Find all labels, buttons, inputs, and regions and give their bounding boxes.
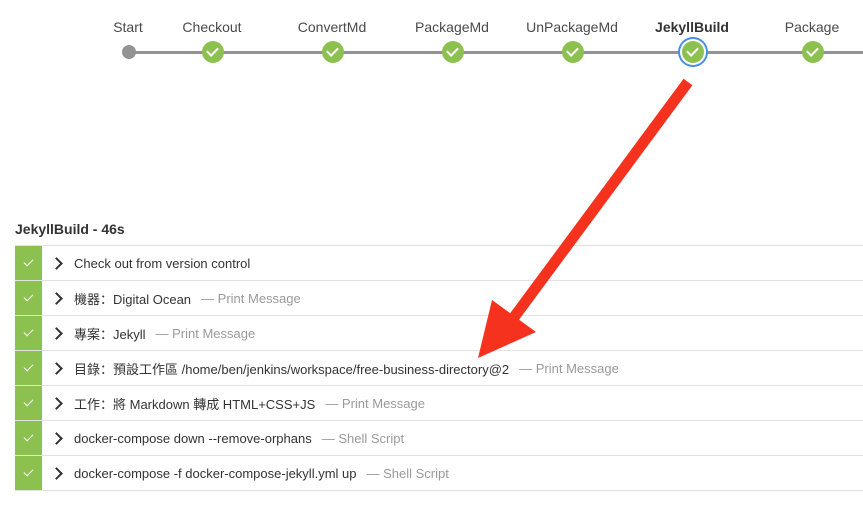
step-name: docker-compose -f docker-compose-jekyll.… (74, 465, 357, 481)
step-type: — Print Message (519, 360, 619, 376)
status-success (15, 421, 42, 455)
success-node-icon (802, 41, 824, 63)
stage-label: ConvertMd (297, 19, 367, 35)
selected-node-icon (682, 41, 704, 63)
chevron-right-icon[interactable] (50, 291, 63, 305)
step-name: docker-compose down --remove-orphans (74, 430, 312, 446)
step-type: — Print Message (325, 395, 425, 411)
chevron-right-icon[interactable] (50, 361, 63, 375)
check-icon (326, 44, 339, 57)
check-icon (206, 44, 219, 57)
stage-label: Package (784, 19, 840, 35)
step-type: — Shell Script (366, 465, 449, 481)
step-row[interactable]: 專案：Jekyll — Print Message (15, 316, 863, 351)
check-icon (23, 431, 34, 442)
chevron-right-icon[interactable] (50, 326, 63, 340)
step-row[interactable]: docker-compose down --remove-orphans — S… (15, 421, 863, 456)
success-node-icon (442, 41, 464, 63)
step-name: 機器：Digital Ocean (74, 291, 192, 307)
step-name: 專案：Jekyll (74, 326, 146, 342)
step-type: — Print Message (201, 290, 301, 306)
chevron-right-icon[interactable] (50, 431, 63, 445)
success-node-icon (562, 41, 584, 63)
check-icon (806, 44, 819, 57)
step-row[interactable]: 工作：將 Markdown 轉成 HTML+CSS+JS — Print Mes… (15, 386, 863, 421)
check-icon (23, 396, 34, 407)
step-row[interactable]: docker-compose -f docker-compose-jekyll.… (15, 456, 863, 491)
stage-detail-title: JekyllBuild - 46s (15, 221, 125, 237)
check-icon (23, 326, 34, 337)
stage-package[interactable]: Package (752, 0, 863, 70)
status-success (15, 456, 42, 490)
step-row[interactable]: Check out from version control (15, 245, 863, 281)
step-name: 目錄：預設工作區 /home/ben/jenkins/workspace/fre… (74, 361, 510, 377)
success-node-icon (322, 41, 344, 63)
chevron-right-icon[interactable] (50, 396, 63, 410)
status-success (15, 316, 42, 350)
chevron-right-icon[interactable] (50, 466, 63, 480)
stage-label: UnPackageMd (526, 19, 618, 35)
status-success (15, 386, 42, 420)
stage-convertmd[interactable]: ConvertMd (272, 0, 392, 70)
stage-checkout[interactable]: Checkout (152, 0, 272, 70)
status-success (15, 351, 42, 385)
check-icon (23, 361, 34, 372)
step-name: Check out from version control (74, 255, 251, 271)
stage-packagemd[interactable]: PackageMd (392, 0, 512, 70)
stage-jekyllbuild[interactable]: JekyllBuild (632, 0, 752, 70)
check-icon (686, 44, 699, 57)
status-success (15, 246, 42, 280)
step-type: — Print Message (155, 325, 256, 341)
stage-label: Checkout (182, 19, 242, 35)
stage-label: PackageMd (415, 19, 489, 35)
step-row[interactable]: 目錄：預設工作區 /home/ben/jenkins/workspace/fre… (15, 351, 863, 386)
success-node-icon (202, 41, 224, 63)
stage-label: JekyllBuild (655, 19, 729, 35)
stage-unpackagemd[interactable]: UnPackageMd (512, 0, 632, 70)
check-icon (23, 256, 34, 267)
chevron-right-icon[interactable] (50, 256, 63, 270)
pipeline-graph: Start Checkout ConvertMd PackageMd UnPac… (0, 0, 863, 80)
step-row[interactable]: 機器：Digital Ocean — Print Message (15, 281, 863, 316)
status-success (15, 281, 42, 315)
check-icon (23, 291, 34, 302)
step-list: Check out from version control 機器：Digita… (15, 245, 863, 491)
step-name: 工作：將 Markdown 轉成 HTML+CSS+JS (74, 396, 316, 412)
start-node-icon (122, 45, 136, 59)
check-icon (566, 44, 579, 57)
check-icon (23, 466, 34, 477)
step-type: — Shell Script (321, 430, 405, 446)
check-icon (446, 44, 459, 57)
